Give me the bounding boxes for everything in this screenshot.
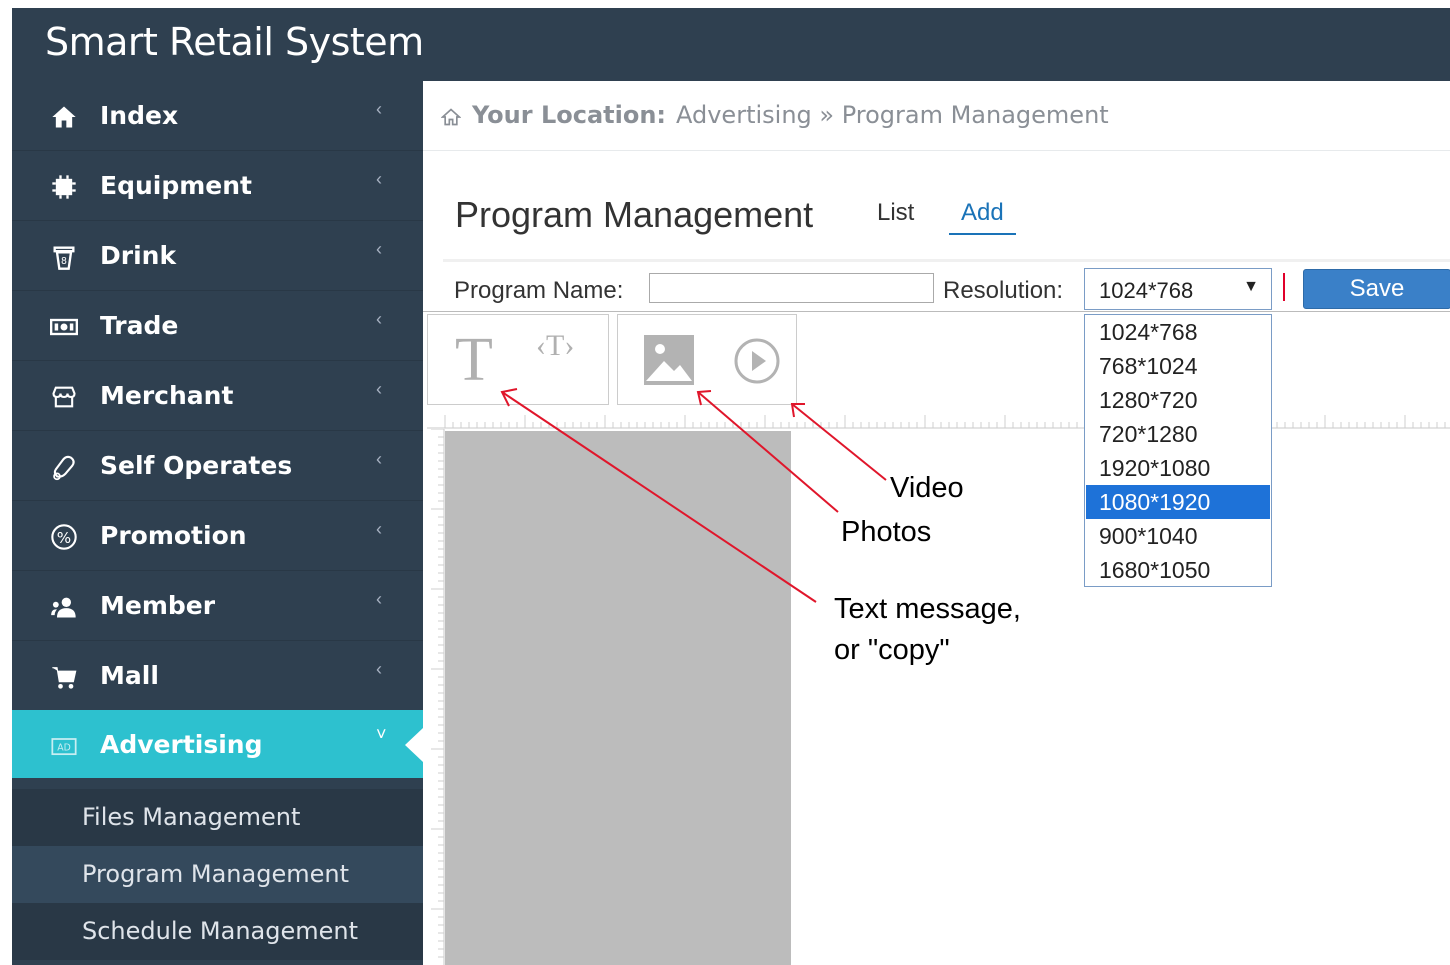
chevron-down-icon: ˅ <box>376 724 387 744</box>
breadcrumb: Your Location: Advertising » Program Man… <box>423 81 1450 151</box>
sidebar-item-advertising[interactable]: AD Advertising ˅ <box>12 710 423 778</box>
users-icon <box>51 597 76 618</box>
sidebar-item-label: Equipment <box>100 171 252 200</box>
annotation-photos: Photos <box>841 516 932 548</box>
resolution-label: Resolution: <box>943 277 1064 304</box>
media-tool-group <box>617 314 797 405</box>
chevron-left-icon: ‹ <box>376 449 382 469</box>
resolution-option[interactable]: 720*1280 <box>1086 417 1270 451</box>
sidebar-item-drink[interactable]: 8 Drink ‹ <box>12 221 423 291</box>
chevron-left-icon: ‹ <box>376 99 382 119</box>
chevron-left-icon: ‹ <box>376 379 382 399</box>
sidebar-item-label: Trade <box>100 311 179 340</box>
program-form: Program Name: Resolution: 1024*768 ▼ Sav… <box>423 268 1450 311</box>
resolution-option[interactable]: 768*1024 <box>1086 349 1270 383</box>
chevron-left-icon: ‹ <box>376 239 382 259</box>
program-name-label: Program Name: <box>454 277 624 304</box>
resolution-option[interactable]: 900*1040 <box>1086 519 1270 553</box>
sidebar-item-label: Drink <box>100 241 177 270</box>
home-icon <box>52 106 76 128</box>
resolution-option[interactable]: 1680*1050 <box>1086 553 1270 587</box>
annotation-text-copy: or "copy" <box>834 634 950 666</box>
program-canvas[interactable] <box>445 431 791 965</box>
save-button[interactable]: Save <box>1303 269 1450 309</box>
annotation-video: Video <box>890 472 964 504</box>
resolution-option[interactable]: 1024*768 <box>1086 315 1270 349</box>
sidebar-item-label: Self Operates <box>100 451 293 480</box>
divider <box>423 311 1450 312</box>
annotation-text-message: Text message, <box>834 593 1021 625</box>
sidebar-subitem-program-management[interactable]: Program Management <box>12 846 423 903</box>
text-tag-tool-icon[interactable]: ‹T› <box>536 329 574 363</box>
divider <box>443 259 1450 262</box>
chip-icon <box>52 175 76 199</box>
sidebar: Index ‹ Equipment ‹ 8 Drink ‹ Trade ‹ Me… <box>12 81 423 965</box>
ad-icon: AD <box>51 738 77 756</box>
tab-add[interactable]: Add <box>949 199 1016 235</box>
svg-text:%: % <box>57 529 71 547</box>
svg-text:8: 8 <box>61 256 67 267</box>
store-icon <box>52 386 76 408</box>
sidebar-item-equipment[interactable]: Equipment ‹ <box>12 151 423 221</box>
home-icon <box>441 108 461 126</box>
resolution-value: 1024*768 <box>1099 278 1194 303</box>
app-title: Smart Retail System <box>45 20 424 64</box>
sidebar-item-label: Merchant <box>100 381 234 410</box>
dropdown-arrow-icon: ▼ <box>1243 278 1259 295</box>
top-bar: Smart Retail System <box>12 8 1450 81</box>
sidebar-item-promotion[interactable]: % Promotion ‹ <box>12 501 423 571</box>
sidebar-item-trade[interactable]: Trade ‹ <box>12 291 423 361</box>
sidebar-subitem-label: Files Management <box>82 803 301 831</box>
text-tool-icon[interactable]: T <box>455 325 493 396</box>
main-content: Your Location: Advertising » Program Man… <box>423 81 1450 965</box>
tab-list[interactable]: List <box>873 199 918 233</box>
program-name-input[interactable] <box>649 273 934 303</box>
sidebar-item-label: Mall <box>100 661 159 690</box>
resolution-option[interactable]: 1920*1080 <box>1086 451 1270 485</box>
sidebar-item-index[interactable]: Index ‹ <box>12 81 423 151</box>
separator <box>1283 273 1285 301</box>
vertical-ruler <box>431 429 445 965</box>
breadcrumb-label: Your Location: <box>472 101 667 129</box>
chevron-left-icon: ‹ <box>376 309 382 329</box>
resolution-option[interactable]: 1280*720 <box>1086 383 1270 417</box>
breadcrumb-path[interactable]: Advertising » Program Management <box>676 101 1109 129</box>
image-icon[interactable] <box>644 335 694 385</box>
sidebar-item-label: Index <box>100 101 179 130</box>
text-tool-group: T ‹T› <box>427 314 609 405</box>
chevron-left-icon: ‹ <box>376 519 382 539</box>
resolution-option-highlighted[interactable]: 1080*1920 <box>1086 485 1270 519</box>
sidebar-item-mall[interactable]: Mall ‹ <box>12 641 423 711</box>
sidebar-item-label: Promotion <box>100 521 247 550</box>
svg-text:AD: AD <box>57 743 71 754</box>
horizontal-ruler <box>427 415 1450 429</box>
sidebar-item-self-operates[interactable]: Self Operates ‹ <box>12 431 423 501</box>
sidebar-subitem-label: Program Management <box>82 860 349 888</box>
sidebar-subitem-schedule-management[interactable]: Schedule Management <box>12 903 423 960</box>
chevron-left-icon: ‹ <box>376 659 382 679</box>
sidebar-subitem-files-management[interactable]: Files Management <box>12 789 423 846</box>
sidebar-item-label: Member <box>100 591 216 620</box>
money-icon <box>50 318 78 336</box>
app-window: Smart Retail System Index ‹ Equipment ‹ … <box>12 8 1450 965</box>
hand-icon <box>53 455 75 481</box>
cart-icon <box>52 667 77 689</box>
cup-icon: 8 <box>53 246 75 270</box>
percent-icon: % <box>51 524 77 550</box>
chevron-left-icon: ‹ <box>376 169 382 189</box>
chevron-left-icon: ‹ <box>376 589 382 609</box>
resolution-select[interactable]: 1024*768 ▼ <box>1084 268 1272 310</box>
sidebar-item-merchant[interactable]: Merchant ‹ <box>12 361 423 431</box>
sidebar-item-member[interactable]: Member ‹ <box>12 571 423 641</box>
active-indicator <box>405 728 423 762</box>
resolution-dropdown-list: 1024*768 768*1024 1280*720 720*1280 1920… <box>1084 314 1272 587</box>
sidebar-item-label: Advertising <box>100 730 263 759</box>
sidebar-subitem-label: Schedule Management <box>82 917 359 945</box>
video-play-icon[interactable] <box>733 337 781 385</box>
page-title: Program Management <box>455 194 814 235</box>
